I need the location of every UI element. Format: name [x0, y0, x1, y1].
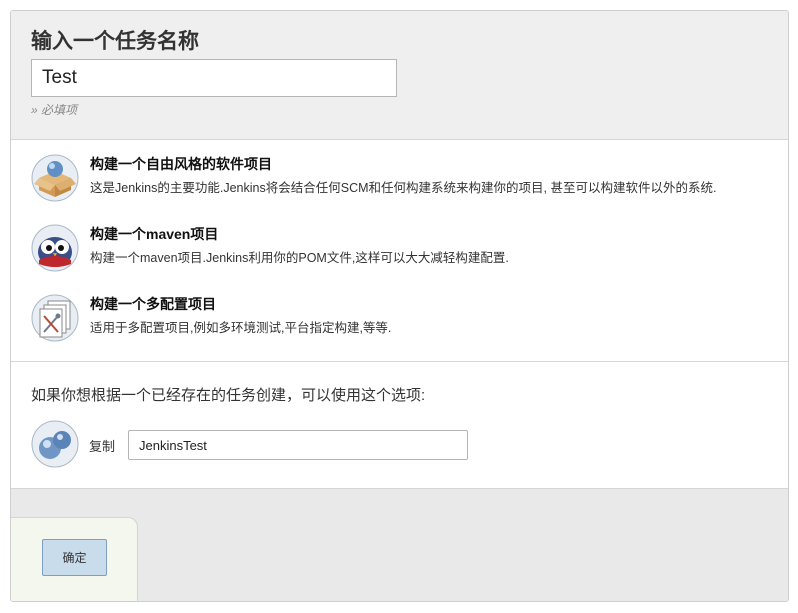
job-type-list: 构建一个自由风格的软件项目 这是Jenkins的主要功能.Jenkins将会结合…	[11, 140, 788, 362]
maven-owl-icon	[31, 224, 79, 272]
job-type-maven[interactable]: 构建一个maven项目 构建一个maven项目.Jenkins利用你的POM文件…	[31, 222, 771, 278]
job-type-freestyle[interactable]: 构建一个自由风格的软件项目 这是Jenkins的主要功能.Jenkins将会结合…	[31, 152, 771, 208]
required-note: » 必填项	[31, 103, 78, 117]
form-footer: 确定	[11, 489, 788, 601]
job-type-description: 适用于多配置项目,例如多环境测试,平台指定构建,等等.	[90, 321, 392, 335]
freestyle-box-icon	[31, 154, 79, 202]
copy-label: 复制	[89, 439, 116, 454]
job-type-description: 这是Jenkins的主要功能.Jenkins将会结合任何SCM和任何构建系统来构…	[90, 181, 717, 195]
job-type-multi-config[interactable]: 构建一个多配置项目 适用于多配置项目,例如多环境测试,平台指定构建,等等.	[31, 292, 771, 348]
copy-from-input[interactable]	[128, 430, 468, 460]
job-name-input[interactable]	[31, 59, 397, 97]
ok-button[interactable]: 确定	[42, 539, 107, 576]
job-type-title: 构建一个多配置项目	[90, 296, 216, 312]
new-job-form: 输入一个任务名称 » 必填项 构建一个自由风格的软件项目 这是Jenkins的主…	[10, 10, 789, 602]
submit-panel: 确定	[11, 517, 138, 601]
multi-config-icon	[31, 294, 79, 342]
job-type-title: 构建一个自由风格的软件项目	[90, 156, 272, 172]
copy-heading: 如果你想根据一个已经存在的任务创建，可以使用这个选项:	[31, 387, 426, 404]
job-type-title: 构建一个maven项目	[90, 226, 219, 242]
copy-spheres-icon	[31, 420, 79, 468]
page-title: 输入一个任务名称	[31, 30, 199, 53]
copy-from-section: 如果你想根据一个已经存在的任务创建，可以使用这个选项: 复制	[11, 362, 788, 489]
job-name-section: 输入一个任务名称 » 必填项	[11, 11, 788, 140]
job-type-description: 构建一个maven项目.Jenkins利用你的POM文件,这样可以大大减轻构建配…	[90, 251, 509, 265]
